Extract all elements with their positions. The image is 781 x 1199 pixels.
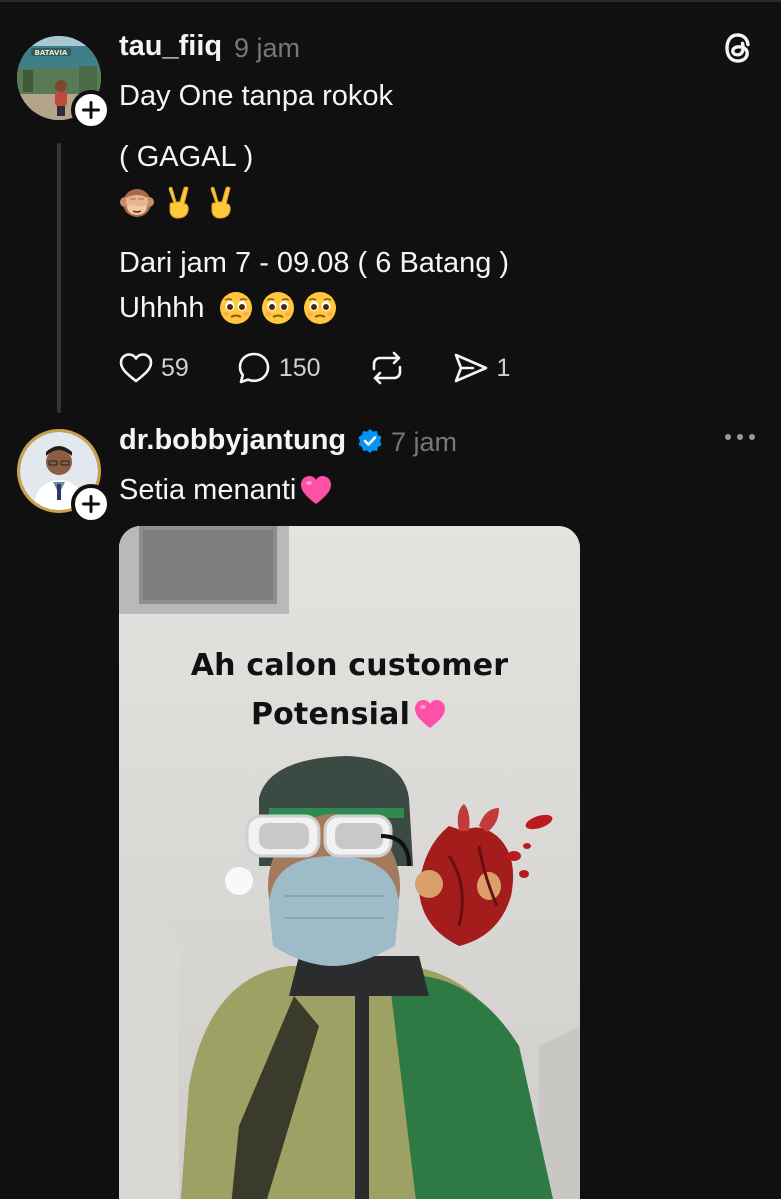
- follow-button-dr-bobbyjantung[interactable]: [71, 484, 111, 524]
- timestamp: 9 jam: [234, 33, 301, 63]
- video-caption-potensial: Potensial: [250, 696, 411, 732]
- plus-icon: [82, 101, 100, 119]
- verified-badge-icon: [357, 428, 383, 454]
- post-media-video[interactable]: Ah calon customer Potensial: [119, 526, 580, 1199]
- follow-button-tau-fiiq[interactable]: [71, 90, 111, 130]
- thread-connector-line: [57, 143, 61, 413]
- post-text-setia-menanti: Setia menanti: [119, 474, 297, 506]
- share-count: 1: [496, 353, 511, 382]
- post-action-bar: 59 150 1: [119, 346, 558, 390]
- like-button[interactable]: 59: [119, 352, 189, 384]
- emoji-row: [119, 184, 239, 220]
- threads-feed: BATAVIA tau_fiiq 9 jam Day One tanpa rok…: [0, 0, 781, 1199]
- comment-bubble-icon: [238, 352, 270, 384]
- comment-count: 150: [278, 353, 321, 382]
- post-text-line: Day One tanpa rokok: [119, 80, 394, 112]
- share-button[interactable]: 1: [453, 352, 511, 384]
- top-divider: [0, 0, 781, 2]
- plus-icon: [82, 495, 100, 513]
- victory-hand-icon: [161, 184, 197, 220]
- video-caption-line-1: Ah calon customer: [190, 648, 509, 683]
- more-options-icon[interactable]: [722, 427, 758, 447]
- victory-hand-icon: [203, 184, 239, 220]
- svg-text:BATAVIA: BATAVIA: [35, 49, 68, 57]
- like-count: 59: [161, 353, 189, 382]
- pleading-face-icon: [218, 290, 254, 326]
- pink-heart-icon: [412, 696, 448, 732]
- threads-logo-icon[interactable]: [721, 29, 757, 67]
- pink-heart-icon: [298, 472, 334, 508]
- pleading-face-icon: [302, 290, 338, 326]
- repost-button[interactable]: [369, 351, 405, 385]
- post-text-line: Dari jam 7 - 09.08 ( 6 Batang ): [119, 247, 510, 279]
- post-text-uhhhh: Uhhhh: [119, 292, 205, 324]
- repost-icon: [372, 351, 401, 385]
- heart-outline-icon: [119, 353, 153, 383]
- username-tau-fiiq[interactable]: tau_fiiq: [119, 30, 222, 63]
- see-no-evil-monkey-icon: [119, 184, 155, 220]
- post-text-line-with-emoji: Setia menanti: [119, 472, 334, 508]
- send-icon: [454, 353, 487, 383]
- video-frame-scene: [119, 526, 580, 1199]
- pleading-face-icon: [260, 290, 296, 326]
- video-caption-line-2: Potensial: [119, 696, 580, 732]
- post-text-line: ( GAGAL ): [119, 141, 254, 173]
- timestamp: 7 jam: [391, 427, 458, 457]
- username-dr-bobbyjantung[interactable]: dr.bobbyjantung: [119, 424, 346, 457]
- post-text-line-with-emoji: Uhhhh: [119, 290, 338, 326]
- comment-button[interactable]: 150: [237, 351, 321, 385]
